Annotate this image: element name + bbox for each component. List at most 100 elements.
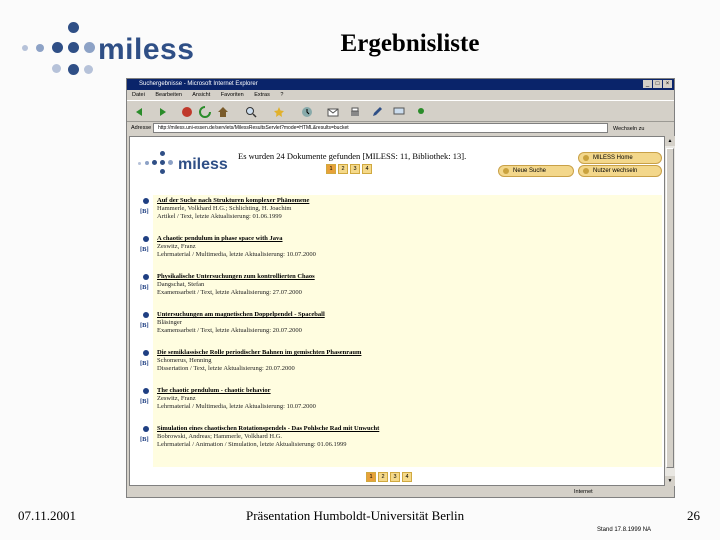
page-link-2[interactable]: 2 <box>338 164 348 174</box>
print-icon[interactable] <box>349 106 361 118</box>
miless-logo: miless <box>22 20 194 82</box>
vertical-scrollbar[interactable]: ▲ ▼ <box>665 136 675 486</box>
pager-top: 1234 <box>326 164 374 174</box>
result-title-link[interactable]: A chaotic pendulum in phase space with J… <box>157 235 283 242</box>
logo-dot <box>160 151 165 156</box>
menu-item-extras[interactable]: Extras <box>254 92 270 98</box>
bullet-icon <box>143 312 149 318</box>
search-icon[interactable] <box>245 106 257 118</box>
result-tag: [B] <box>140 322 149 329</box>
result-tag: [B] <box>140 398 149 405</box>
back-icon[interactable] <box>133 106 145 118</box>
edit-icon[interactable] <box>371 106 383 118</box>
minimize-icon[interactable]: _ <box>643 80 652 88</box>
logo-dot <box>152 160 157 165</box>
page-number: 26 <box>687 508 700 523</box>
logo-dot <box>160 160 165 165</box>
logo-dot <box>84 42 95 53</box>
result-authors: Hammerle, Volkhard H.G.; Schlichting, H.… <box>157 205 292 212</box>
bullet-icon <box>143 388 149 394</box>
logo-dot <box>68 22 79 33</box>
logo-dot <box>145 161 149 165</box>
logo-dot <box>138 162 141 165</box>
footer-center: Präsentation Humboldt-Universität Berlin <box>246 508 465 523</box>
logo-dot <box>52 64 61 73</box>
logo-text: miless <box>98 33 195 66</box>
result-title-link[interactable]: Die semiklassische Rolle periodischer Ba… <box>157 349 361 356</box>
menu-item-favoriten[interactable]: Favoriten <box>221 92 244 98</box>
page-link-3[interactable]: 3 <box>390 472 400 482</box>
result-tag: [B] <box>140 208 149 215</box>
bullet-icon <box>143 350 149 356</box>
result-authors: Zeswitz, Franz <box>157 395 196 402</box>
list-item: [B] Physikalische Untersuchungen zum kon… <box>140 273 662 311</box>
page-link-2[interactable]: 2 <box>378 472 388 482</box>
mail-icon[interactable] <box>327 106 339 118</box>
switch-user-button[interactable]: Nutzer wechseln <box>578 165 662 177</box>
inner-logo-text: miless <box>178 156 228 173</box>
refresh-icon[interactable] <box>199 106 211 118</box>
bullet-icon <box>143 274 149 280</box>
list-item: [B] The chaotic pendulum - chaotic behav… <box>140 387 662 425</box>
footer-date: 07.11.2001 <box>18 508 77 523</box>
history-icon[interactable] <box>301 106 313 118</box>
home-icon[interactable] <box>217 106 229 118</box>
new-search-button[interactable]: Neue Suche <box>498 165 574 177</box>
stop-icon[interactable] <box>181 106 193 118</box>
result-tag: [B] <box>140 246 149 253</box>
result-detail: Examensarbeit / Text, letzte Aktualisier… <box>157 327 302 334</box>
list-item: [B] Simulation eines chaotischen Rotatio… <box>140 425 662 463</box>
result-detail: Lehrmaterial / Multimedia, letzte Aktual… <box>157 403 316 410</box>
result-title-link[interactable]: The chaotic pendulum - chaotic behavior <box>157 387 271 394</box>
status-bar: Internet <box>129 487 674 497</box>
messenger-icon[interactable] <box>415 106 427 118</box>
result-title-link[interactable]: Untersuchungen am magnetischen Doppelpen… <box>157 311 325 318</box>
browser-window: Suchergebnisse - Microsoft Internet Expl… <box>126 78 675 498</box>
menu-item-ansicht[interactable]: Ansicht <box>192 92 210 98</box>
result-title-link[interactable]: Auf der Suche nach Strukturen komplexer … <box>157 197 309 204</box>
list-item: [B] A chaotic pendulum in phase space wi… <box>140 235 662 273</box>
result-tag: [B] <box>140 360 149 367</box>
page-link-3[interactable]: 3 <box>350 164 360 174</box>
address-label: Adresse <box>131 125 152 131</box>
inner-miless-logo: miless <box>138 151 228 181</box>
result-detail: Artikel / Text, letzte Aktualisierung: 0… <box>157 213 282 220</box>
page-link-1[interactable]: 1 <box>326 164 336 174</box>
address-input[interactable]: http://miless.uni-essen.de/servlets/Mile… <box>153 123 608 133</box>
logo-dot <box>168 160 173 165</box>
close-icon[interactable]: × <box>663 80 672 88</box>
miless-home-button[interactable]: MILESS Home <box>578 152 662 164</box>
result-detail: Dissertation / Text, letzte Aktualisieru… <box>157 365 295 372</box>
bullet-icon <box>143 198 149 204</box>
page-link-1[interactable]: 1 <box>366 472 376 482</box>
result-detail: Examensarbeit / Text, letzte Aktualisier… <box>157 289 302 296</box>
logo-dot <box>160 169 165 174</box>
result-title-link[interactable]: Physikalische Untersuchungen zum kontrol… <box>157 273 315 280</box>
result-list: [B] Auf der Suche nach Strukturen komple… <box>140 195 662 467</box>
page-link-4[interactable]: 4 <box>362 164 372 174</box>
maximize-icon[interactable]: □ <box>653 80 662 88</box>
result-tag: [B] <box>140 436 149 443</box>
menu-item-datei[interactable]: Datei <box>132 92 145 98</box>
logo-dot <box>36 44 44 52</box>
result-count: Es wurden 24 Dokumente gefunden [MILESS:… <box>238 151 467 161</box>
page-viewport[interactable]: miless Es wurden 24 Dokumente gefunden [… <box>129 136 665 486</box>
result-title-link[interactable]: Simulation eines chaotischen Rotationspe… <box>157 425 379 432</box>
result-authors: Schomerus, Henning <box>157 357 212 364</box>
favorites-icon[interactable] <box>273 106 285 118</box>
result-authors: Bobrowski, Andreas; Hammerle, Volkhard H… <box>157 433 283 440</box>
scroll-down-icon[interactable]: ▼ <box>665 476 675 486</box>
list-item: [B] Untersuchungen am magnetischen Doppe… <box>140 311 662 349</box>
logo-dot <box>68 42 79 53</box>
menu-item-bearbeiten[interactable]: Bearbeiten <box>155 92 182 98</box>
page-link-4[interactable]: 4 <box>402 472 412 482</box>
menu-item-help[interactable]: ? <box>280 92 283 98</box>
discuss-icon[interactable] <box>393 106 405 118</box>
pager-bottom: 1234 <box>366 472 414 482</box>
go-button[interactable]: Wechseln zu <box>613 123 644 134</box>
scroll-up-icon[interactable]: ▲ <box>665 136 675 146</box>
logo-dot <box>22 45 28 51</box>
result-authors: Dangschat, Stefan <box>157 281 205 288</box>
forward-icon[interactable] <box>157 106 169 118</box>
scroll-thumb[interactable] <box>666 148 674 468</box>
